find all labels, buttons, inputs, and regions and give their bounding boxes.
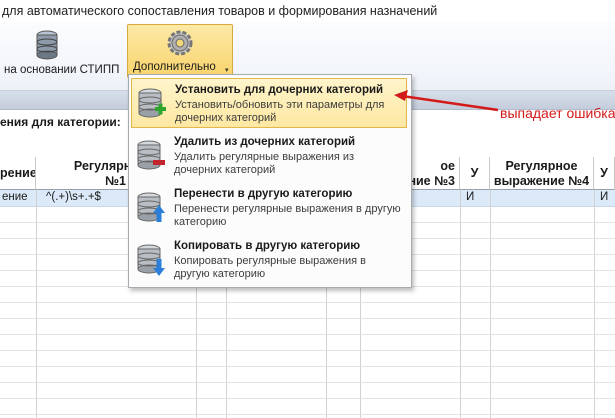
grid-line [594, 190, 595, 418]
menu-item-title: Удалить из дочерних категорий [174, 136, 356, 148]
table-cell[interactable]: И [600, 191, 608, 203]
grid-line [0, 414, 615, 415]
menu-item-title: Перенести в другую категорию [174, 188, 353, 200]
more-button[interactable]: Дополнительно ▾ [127, 24, 233, 78]
menu-item-title: Копировать в другую категорию [174, 240, 361, 252]
column-header-4[interactable]: У [460, 157, 490, 190]
menu-item-description: Установить/обновить эти параметры для до… [175, 99, 385, 124]
database-remove-icon [137, 140, 165, 170]
error-annotation: выпадает ошибка [500, 105, 615, 121]
database-add-icon [138, 88, 166, 118]
grid-line [0, 302, 615, 303]
column-header-5[interactable]: Регулярное выражение №4 [490, 157, 594, 190]
stipp-button[interactable]: на основании СТИПП [0, 28, 120, 78]
menu-item-move-to-category[interactable]: Перенести в другую категорию Перенести р… [131, 183, 407, 233]
database-icon [36, 30, 58, 60]
section-title: ения для категории: [0, 115, 121, 129]
grid-line [0, 350, 615, 351]
column-header-6[interactable]: У [594, 157, 615, 190]
grid-line [490, 190, 491, 418]
gear-icon [167, 30, 193, 56]
grid-line [0, 334, 615, 335]
grid-line [0, 318, 615, 319]
stipp-button-label: на основании СТИПП [4, 64, 120, 76]
column-header-4-label: У [470, 166, 479, 180]
database-copy-icon [137, 244, 165, 276]
grid-line [460, 190, 461, 418]
column-header-5-line2: выражение №4 [493, 174, 590, 188]
window-title: для автоматического сопоставления товаро… [2, 4, 438, 18]
database-move-icon [137, 192, 165, 222]
menu-item-description: Копировать регулярные выражения в другую… [174, 255, 366, 280]
column-header-6-label: У [600, 166, 608, 180]
grid-line [0, 366, 615, 367]
column-header-5-line1: Регулярное [505, 159, 578, 173]
menu-item-remove-from-children[interactable]: Удалить из дочерних категорий Удалить ре… [131, 131, 407, 181]
menu-item-copy-to-category[interactable]: Копировать в другую категорию Копировать… [131, 235, 407, 285]
grid-line [0, 382, 615, 383]
column-header-1-label: рение [0, 166, 36, 180]
menu-item-description: Перенести регулярные выражения в другую … [174, 203, 401, 228]
column-header-1[interactable]: рение [0, 157, 36, 190]
title-bar: для автоматического сопоставления товаро… [0, 0, 615, 23]
table-cell[interactable]: И [466, 191, 474, 203]
chevron-down-icon: ▾ [225, 67, 229, 74]
more-button-label: Дополнительно [133, 61, 216, 73]
menu-item-title: Установить для дочерних категорий [175, 84, 384, 96]
table-cell[interactable]: ^(.+)\s+.+$ [46, 191, 101, 203]
table-cell[interactable]: ение [2, 191, 28, 203]
grid-line [36, 190, 37, 418]
grid-line [0, 398, 615, 399]
menu-item-description: Удалить регулярные выражения из дочерних… [174, 151, 355, 176]
more-dropdown-menu: Установить для дочерних категорий Устано… [128, 74, 412, 288]
menu-item-set-for-children[interactable]: Установить для дочерних категорий Устано… [131, 78, 407, 128]
